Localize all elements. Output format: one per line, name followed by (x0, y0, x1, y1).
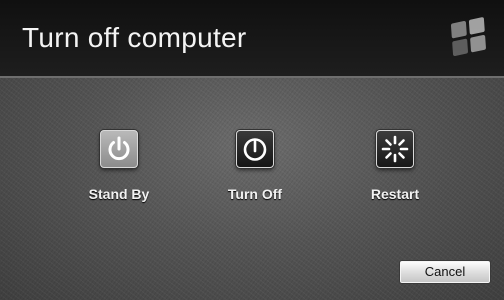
turn-off-dialog: Turn off computer Stand By Turn Off Rest… (0, 0, 504, 300)
stand-by-label: Stand By (88, 186, 150, 202)
restart-button[interactable] (376, 130, 414, 168)
turn-off-label: Turn Off (227, 186, 283, 202)
windows-logo-icon (450, 16, 487, 58)
stand-by-button[interactable] (100, 130, 138, 168)
title-bar: Turn off computer (0, 0, 504, 78)
restart-option[interactable]: Restart (340, 130, 450, 220)
restart-icon (381, 135, 409, 163)
turn-off-option[interactable]: Turn Off (200, 130, 310, 220)
power-icon (243, 138, 267, 161)
dialog-title: Turn off computer (22, 22, 247, 53)
cancel-button[interactable]: Cancel (399, 260, 491, 284)
dialog-body: Stand By Turn Off Restart Cancel (0, 78, 504, 300)
stand-by-option[interactable]: Stand By (64, 130, 174, 220)
power-icon (108, 136, 130, 161)
restart-label: Restart (370, 186, 420, 202)
turn-off-button[interactable] (236, 130, 274, 168)
